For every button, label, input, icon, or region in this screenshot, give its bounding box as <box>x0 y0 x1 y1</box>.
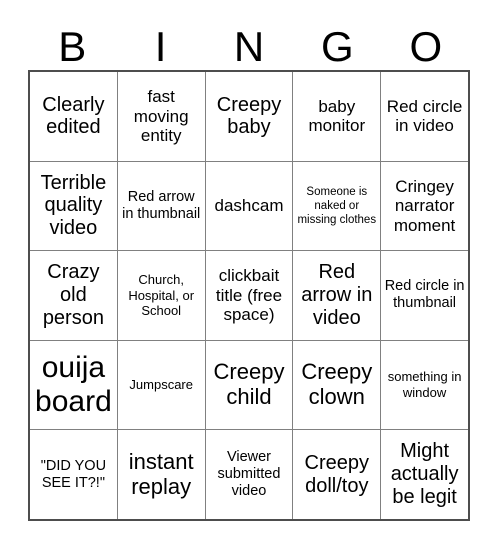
bingo-cell[interactable]: Red arrow in video <box>293 251 381 340</box>
bingo-cell-label: clickbait title (free space) <box>215 266 283 325</box>
bingo-cell[interactable]: Creepy doll/toy <box>293 430 381 519</box>
bingo-cell[interactable]: fast moving entity <box>117 72 205 161</box>
bingo-cell[interactable]: Church, Hospital, or School <box>117 251 205 340</box>
bingo-cell[interactable]: Red circle in video <box>381 72 468 161</box>
bingo-cell[interactable]: Jumpscare <box>117 340 205 430</box>
bingo-cell[interactable]: Clearly edited <box>30 72 117 161</box>
bingo-header-letter-g: G <box>321 23 354 70</box>
bingo-cell-label: Red circle in video <box>386 96 463 136</box>
bingo-cell-label: fast moving entity <box>133 86 189 146</box>
bingo-cell[interactable]: baby monitor <box>293 72 381 161</box>
bingo-cell[interactable]: Cringey narrator moment <box>381 161 468 251</box>
bingo-cell[interactable]: Creepy child <box>205 340 293 430</box>
bingo-cell-label: baby monitor <box>308 96 366 136</box>
bingo-cell[interactable]: something in window <box>381 340 468 430</box>
bingo-header-letter-o: O <box>409 23 443 70</box>
bingo-cell[interactable]: Viewer submitted video <box>205 430 293 519</box>
bingo-cell-label: something in window <box>387 369 462 401</box>
bingo-cell-label: Crazy old person <box>42 261 104 329</box>
bingo-cell[interactable]: Creepy clown <box>293 340 381 430</box>
bingo-cell[interactable]: Red arrow in thumbnail <box>117 161 205 251</box>
bingo-cell-label: Clearly edited <box>42 93 105 139</box>
bingo-cell[interactable]: ouija board <box>30 340 117 430</box>
bingo-cell[interactable]: "DID YOU SEE IT?!" <box>30 430 117 519</box>
bingo-cell-label: Viewer submitted video <box>217 449 281 500</box>
bingo-cell[interactable]: instant replay <box>117 430 205 519</box>
bingo-cell-label: Red circle in thumbnail <box>384 278 465 312</box>
bingo-cell[interactable]: Crazy old person <box>30 251 117 340</box>
bingo-cell-label: Creepy child <box>213 359 285 410</box>
bingo-cell-label: Creepy clown <box>301 359 373 410</box>
bingo-cell-label: Red arrow in thumbnail <box>122 188 201 222</box>
bingo-header-row: B I N G O <box>28 8 470 70</box>
bingo-cell[interactable]: dashcam <box>205 161 293 251</box>
bingo-cell-label: instant replay <box>128 448 194 499</box>
bingo-grid: Clearly edited fast moving entity Creepy… <box>28 70 470 521</box>
bingo-cell-label: ouija board <box>35 351 112 419</box>
bingo-header-letter-n: N <box>233 23 265 70</box>
bingo-cell[interactable]: Someone is naked or missing clothes <box>293 161 381 251</box>
bingo-cell-label: Might actually be legit <box>390 440 459 509</box>
bingo-cell-label: Red arrow in video <box>301 261 373 329</box>
bingo-cell[interactable]: Might actually be legit <box>381 430 468 519</box>
bingo-cell-label: Creepy baby <box>216 93 282 139</box>
bingo-cell[interactable]: Terrible quality video <box>30 161 117 251</box>
bingo-cell[interactable]: Creepy baby <box>205 72 293 161</box>
bingo-cell-label: Jumpscare <box>129 377 193 393</box>
bingo-card: B I N G O Clearly edited fast moving ent… <box>28 8 470 521</box>
bingo-cell-label: Terrible quality video <box>40 171 107 240</box>
bingo-cell-label: "DID YOU SEE IT?!" <box>40 457 107 491</box>
bingo-header-letter-b: B <box>58 23 87 70</box>
bingo-cell-label: Creepy doll/toy <box>304 451 370 497</box>
bingo-header-letter-i: I <box>154 23 167 70</box>
bingo-cell-label: Cringey narrator moment <box>393 176 456 235</box>
bingo-cell-free-space[interactable]: clickbait title (free space) <box>205 251 293 340</box>
bingo-cell-label: Church, Hospital, or School <box>128 272 195 319</box>
bingo-cell-label: Someone is naked or missing clothes <box>297 185 377 226</box>
bingo-cell[interactable]: Red circle in thumbnail <box>381 251 468 340</box>
bingo-cell-label: dashcam <box>214 196 284 216</box>
